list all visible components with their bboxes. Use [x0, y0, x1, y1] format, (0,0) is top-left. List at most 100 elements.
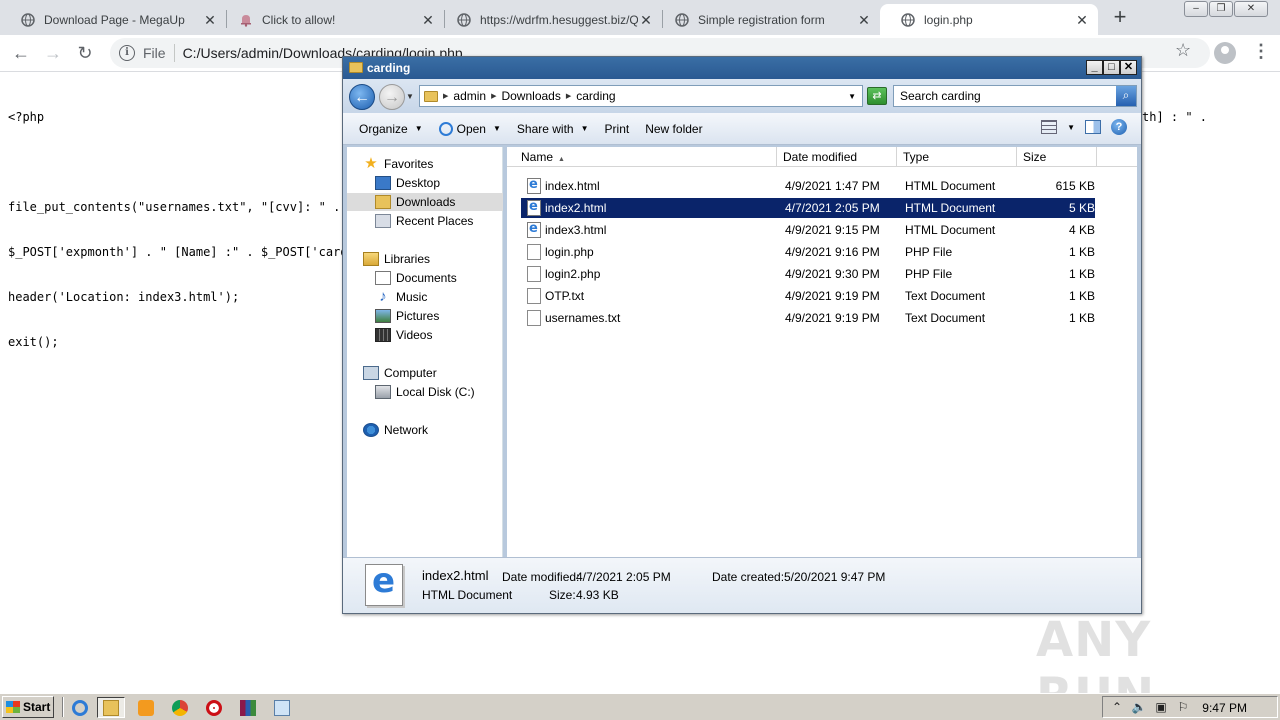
column-header-date[interactable]: Date modified — [777, 147, 897, 167]
nav-libraries[interactable]: Libraries — [363, 250, 430, 268]
file-row[interactable]: index3.html 4/9/2021 9:15 PM HTML Docume… — [521, 220, 1095, 240]
nav-recent-places[interactable]: Recent Places — [375, 212, 473, 230]
nav-documents[interactable]: Documents — [375, 269, 457, 287]
network-tray-icon[interactable]: ▣ — [1153, 700, 1169, 714]
nav-desktop[interactable]: Desktop — [375, 174, 440, 192]
forward-icon[interactable]: → — [40, 40, 66, 66]
start-button[interactable]: Start — [2, 696, 54, 718]
new-tab-button[interactable]: + — [1108, 6, 1132, 28]
bookmark-star-icon[interactable]: ☆ — [1175, 40, 1191, 61]
taskbar: Start ⌃ 🔈 ▣ ⚐ 9:47 PM — [0, 693, 1280, 720]
chevron-down-icon: ▼ — [580, 124, 589, 133]
change-view-icon[interactable] — [1041, 120, 1058, 134]
nav-pictures[interactable]: Pictures — [375, 307, 439, 325]
nav-music[interactable]: ♪ Music — [375, 288, 427, 306]
search-input[interactable]: Search carding ⌕ — [893, 85, 1137, 107]
breadcrumb-item[interactable]: admin — [453, 89, 486, 103]
reload-icon[interactable]: ↻ — [72, 40, 98, 66]
taskbar-chrome[interactable] — [166, 697, 194, 718]
column-header-type[interactable]: Type — [897, 147, 1017, 167]
forward-icon[interactable]: → — [379, 84, 405, 110]
info-icon[interactable]: i — [119, 45, 135, 61]
share-label: Share with — [516, 121, 574, 136]
file-row[interactable]: OTP.txt 4/9/2021 9:19 PM Text Document 1… — [521, 286, 1095, 306]
organize-button[interactable]: Organize ▼ — [351, 117, 431, 141]
chevron-down-icon[interactable]: ▼ — [1067, 123, 1075, 132]
taskbar-internet-explorer[interactable] — [66, 697, 94, 718]
nav-label: Music — [396, 290, 428, 304]
tab-title: Click to allow! — [262, 12, 336, 27]
chevron-right-icon[interactable]: ▶ — [443, 92, 448, 100]
close-tab-icon[interactable]: ✕ — [202, 12, 218, 28]
maximize-button[interactable]: ❐ — [1209, 1, 1233, 17]
file-row[interactable]: index.html 4/9/2021 1:47 PM HTML Documen… — [521, 176, 1095, 196]
close-window-button[interactable]: ✕ — [1120, 60, 1137, 75]
taskbar-opera[interactable] — [200, 697, 228, 718]
open-button[interactable]: Open ▼ — [431, 117, 509, 141]
minimize-button[interactable]: _ — [1086, 60, 1103, 75]
path-breadcrumb[interactable]: ▶ admin ▶ Downloads ▶ carding ▼ — [419, 85, 863, 107]
file-name: index2.html — [545, 201, 607, 215]
taskbar-media-player[interactable] — [132, 697, 160, 718]
file-size: 1 KB — [1068, 267, 1095, 281]
tab-hesuggest[interactable]: https://wdrfm.hesuggest.biz/Q ✕ — [436, 4, 662, 35]
menu-kebab-icon[interactable]: ⋮ — [1252, 41, 1270, 62]
clock[interactable]: 9:47 PM — [1202, 701, 1247, 715]
chevron-down-icon[interactable]: ▼ — [848, 92, 856, 101]
nav-computer[interactable]: Computer — [363, 364, 437, 382]
close-tab-icon[interactable]: ✕ — [856, 12, 872, 28]
chevron-right-icon[interactable]: ▶ — [491, 92, 496, 100]
folder-icon — [424, 90, 438, 102]
file-date: 4/9/2021 1:47 PM — [785, 179, 880, 193]
taskbar-explorer[interactable] — [97, 697, 125, 718]
file-icon — [527, 266, 541, 282]
file-type: Text Document — [905, 311, 986, 325]
profile-avatar-icon[interactable] — [1214, 42, 1236, 64]
close-tab-icon[interactable]: ✕ — [1074, 12, 1090, 28]
nav-favorites[interactable]: ★ Favorites — [363, 155, 433, 173]
chrome-icon — [172, 699, 188, 716]
taskbar-winrar[interactable] — [234, 697, 262, 718]
volume-icon[interactable]: 🔈 — [1131, 700, 1147, 714]
minimize-button[interactable]: – — [1184, 1, 1208, 17]
details-created-value: 5/20/2021 9:47 PM — [784, 570, 886, 584]
show-hidden-icons-chevron-icon[interactable]: ⌃ — [1109, 700, 1125, 714]
close-tab-icon[interactable]: ✕ — [638, 12, 654, 28]
explorer-window: carding _ □ ✕ ← → ▼ ▶ admin ▶ Downloads … — [342, 56, 1142, 614]
tab-click-to-allow[interactable]: Click to allow! ✕ — [218, 4, 444, 35]
print-button[interactable]: Print — [597, 117, 638, 141]
help-icon[interactable]: ? — [1111, 119, 1127, 135]
chevron-right-icon[interactable]: ▶ — [566, 92, 571, 100]
file-name: login.php — [545, 245, 594, 259]
close-window-button[interactable]: ✕ — [1234, 1, 1268, 17]
breadcrumb-item[interactable]: carding — [576, 89, 615, 103]
maximize-button[interactable]: □ — [1103, 60, 1120, 75]
tab-registration-form[interactable]: Simple registration form ✕ — [654, 4, 880, 35]
action-center-flag-icon[interactable]: ⚐ — [1175, 700, 1191, 714]
back-icon[interactable]: ← — [8, 40, 34, 66]
back-icon[interactable]: ← — [349, 84, 375, 110]
close-tab-icon[interactable]: ✕ — [420, 12, 436, 28]
column-header-size[interactable]: Size — [1017, 147, 1097, 167]
file-row[interactable]: login2.php 4/9/2021 9:30 PM PHP File 1 K… — [521, 264, 1095, 284]
breadcrumb-item[interactable]: Downloads — [501, 89, 560, 103]
nav-videos[interactable]: Videos — [375, 326, 432, 344]
preview-pane-icon[interactable] — [1085, 120, 1101, 134]
tab-login-php[interactable]: login.php ✕ — [880, 4, 1098, 35]
column-label: Date modified — [783, 150, 858, 164]
recent-pages-chevron-icon[interactable]: ▼ — [406, 92, 414, 101]
refresh-icon[interactable]: ⇄ — [867, 87, 887, 105]
nav-downloads[interactable]: Downloads — [347, 193, 503, 211]
new-folder-button[interactable]: New folder — [637, 117, 710, 141]
file-row[interactable]: login.php 4/9/2021 9:16 PM PHP File 1 KB — [521, 242, 1095, 262]
nav-local-disk[interactable]: Local Disk (C:) — [375, 383, 475, 401]
explorer-titlebar[interactable]: carding _ □ ✕ — [343, 57, 1141, 79]
column-header-name[interactable]: Name ▲ — [507, 147, 777, 167]
search-icon[interactable]: ⌕ — [1116, 86, 1136, 106]
file-row[interactable]: usernames.txt 4/9/2021 9:19 PM Text Docu… — [521, 308, 1095, 328]
file-row-selected[interactable]: index2.html 4/7/2021 2:05 PM HTML Docume… — [521, 198, 1095, 218]
tab-megaup[interactable]: Download Page - MegaUp ✕ — [0, 4, 226, 35]
nav-network[interactable]: Network — [363, 421, 428, 439]
share-with-button[interactable]: Share with ▼ — [509, 117, 597, 141]
taskbar-notepad[interactable] — [268, 697, 296, 718]
